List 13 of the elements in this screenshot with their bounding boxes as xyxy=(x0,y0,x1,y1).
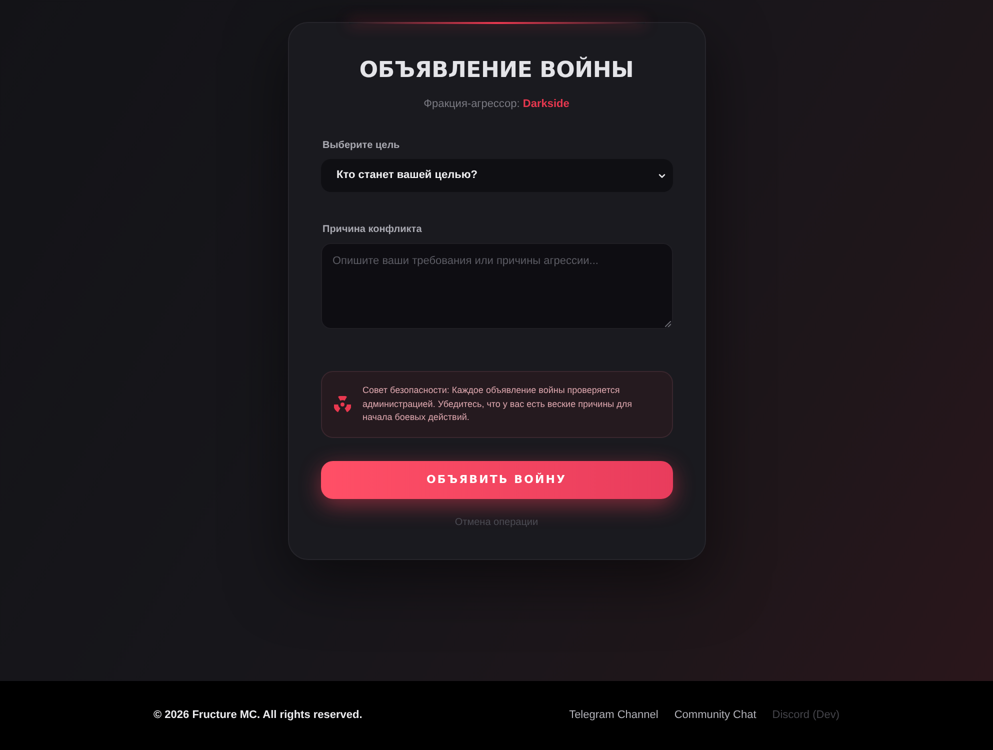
declare-war-button[interactable]: ОБЪЯВИТЬ ВОЙНУ xyxy=(320,461,672,499)
footer-link[interactable]: Community Chat xyxy=(674,707,756,724)
reason-textarea[interactable]: Опишите ваши требования или причины агрессии... xyxy=(320,243,672,329)
resize-handle-icon xyxy=(664,321,670,327)
card-subtitle: Фракция-агрессор: Darkside xyxy=(422,97,570,112)
copyright-text: © 2026 Fructure MC. All rights reserved. xyxy=(154,708,362,724)
target-select[interactable]: Кто станет вашей целью? xyxy=(320,159,672,192)
radiation-icon xyxy=(334,396,350,413)
notice-text: Совет безопасности: Каждое объявление войны проверяется администрацией. Убедитесь, что у вас есть веские причины для начала боевых действий. xyxy=(362,384,634,424)
footer-link[interactable]: Telegram Channel xyxy=(569,707,658,724)
field-label: Выберите цель xyxy=(322,139,401,153)
field-label: Причина конфликта xyxy=(322,223,423,237)
card-title: ОБЪЯВЛЕНИЕ ВОЙНЫ xyxy=(358,56,635,85)
